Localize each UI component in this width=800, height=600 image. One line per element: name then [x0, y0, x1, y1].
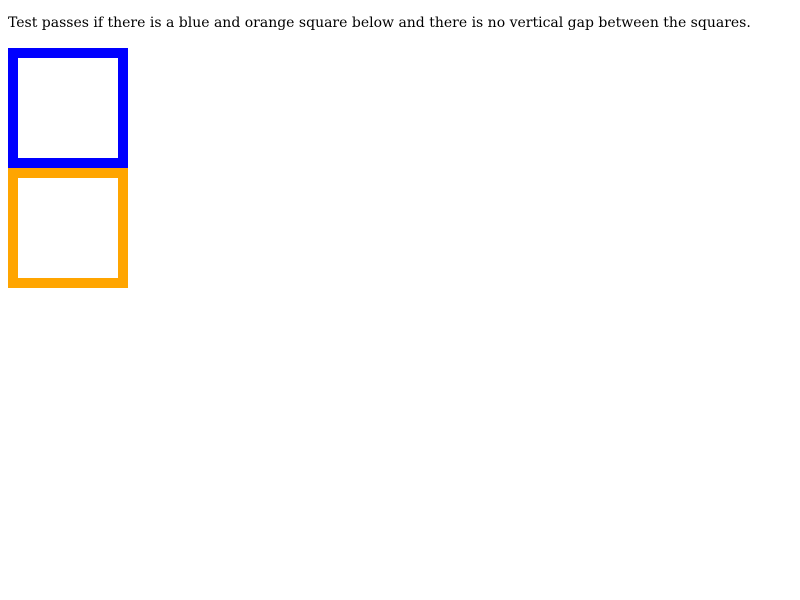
test-instruction-text: Test passes if there is a blue and orang… [8, 15, 751, 31]
squares-container [8, 48, 128, 288]
blue-square [8, 48, 128, 168]
orange-square [8, 168, 128, 288]
